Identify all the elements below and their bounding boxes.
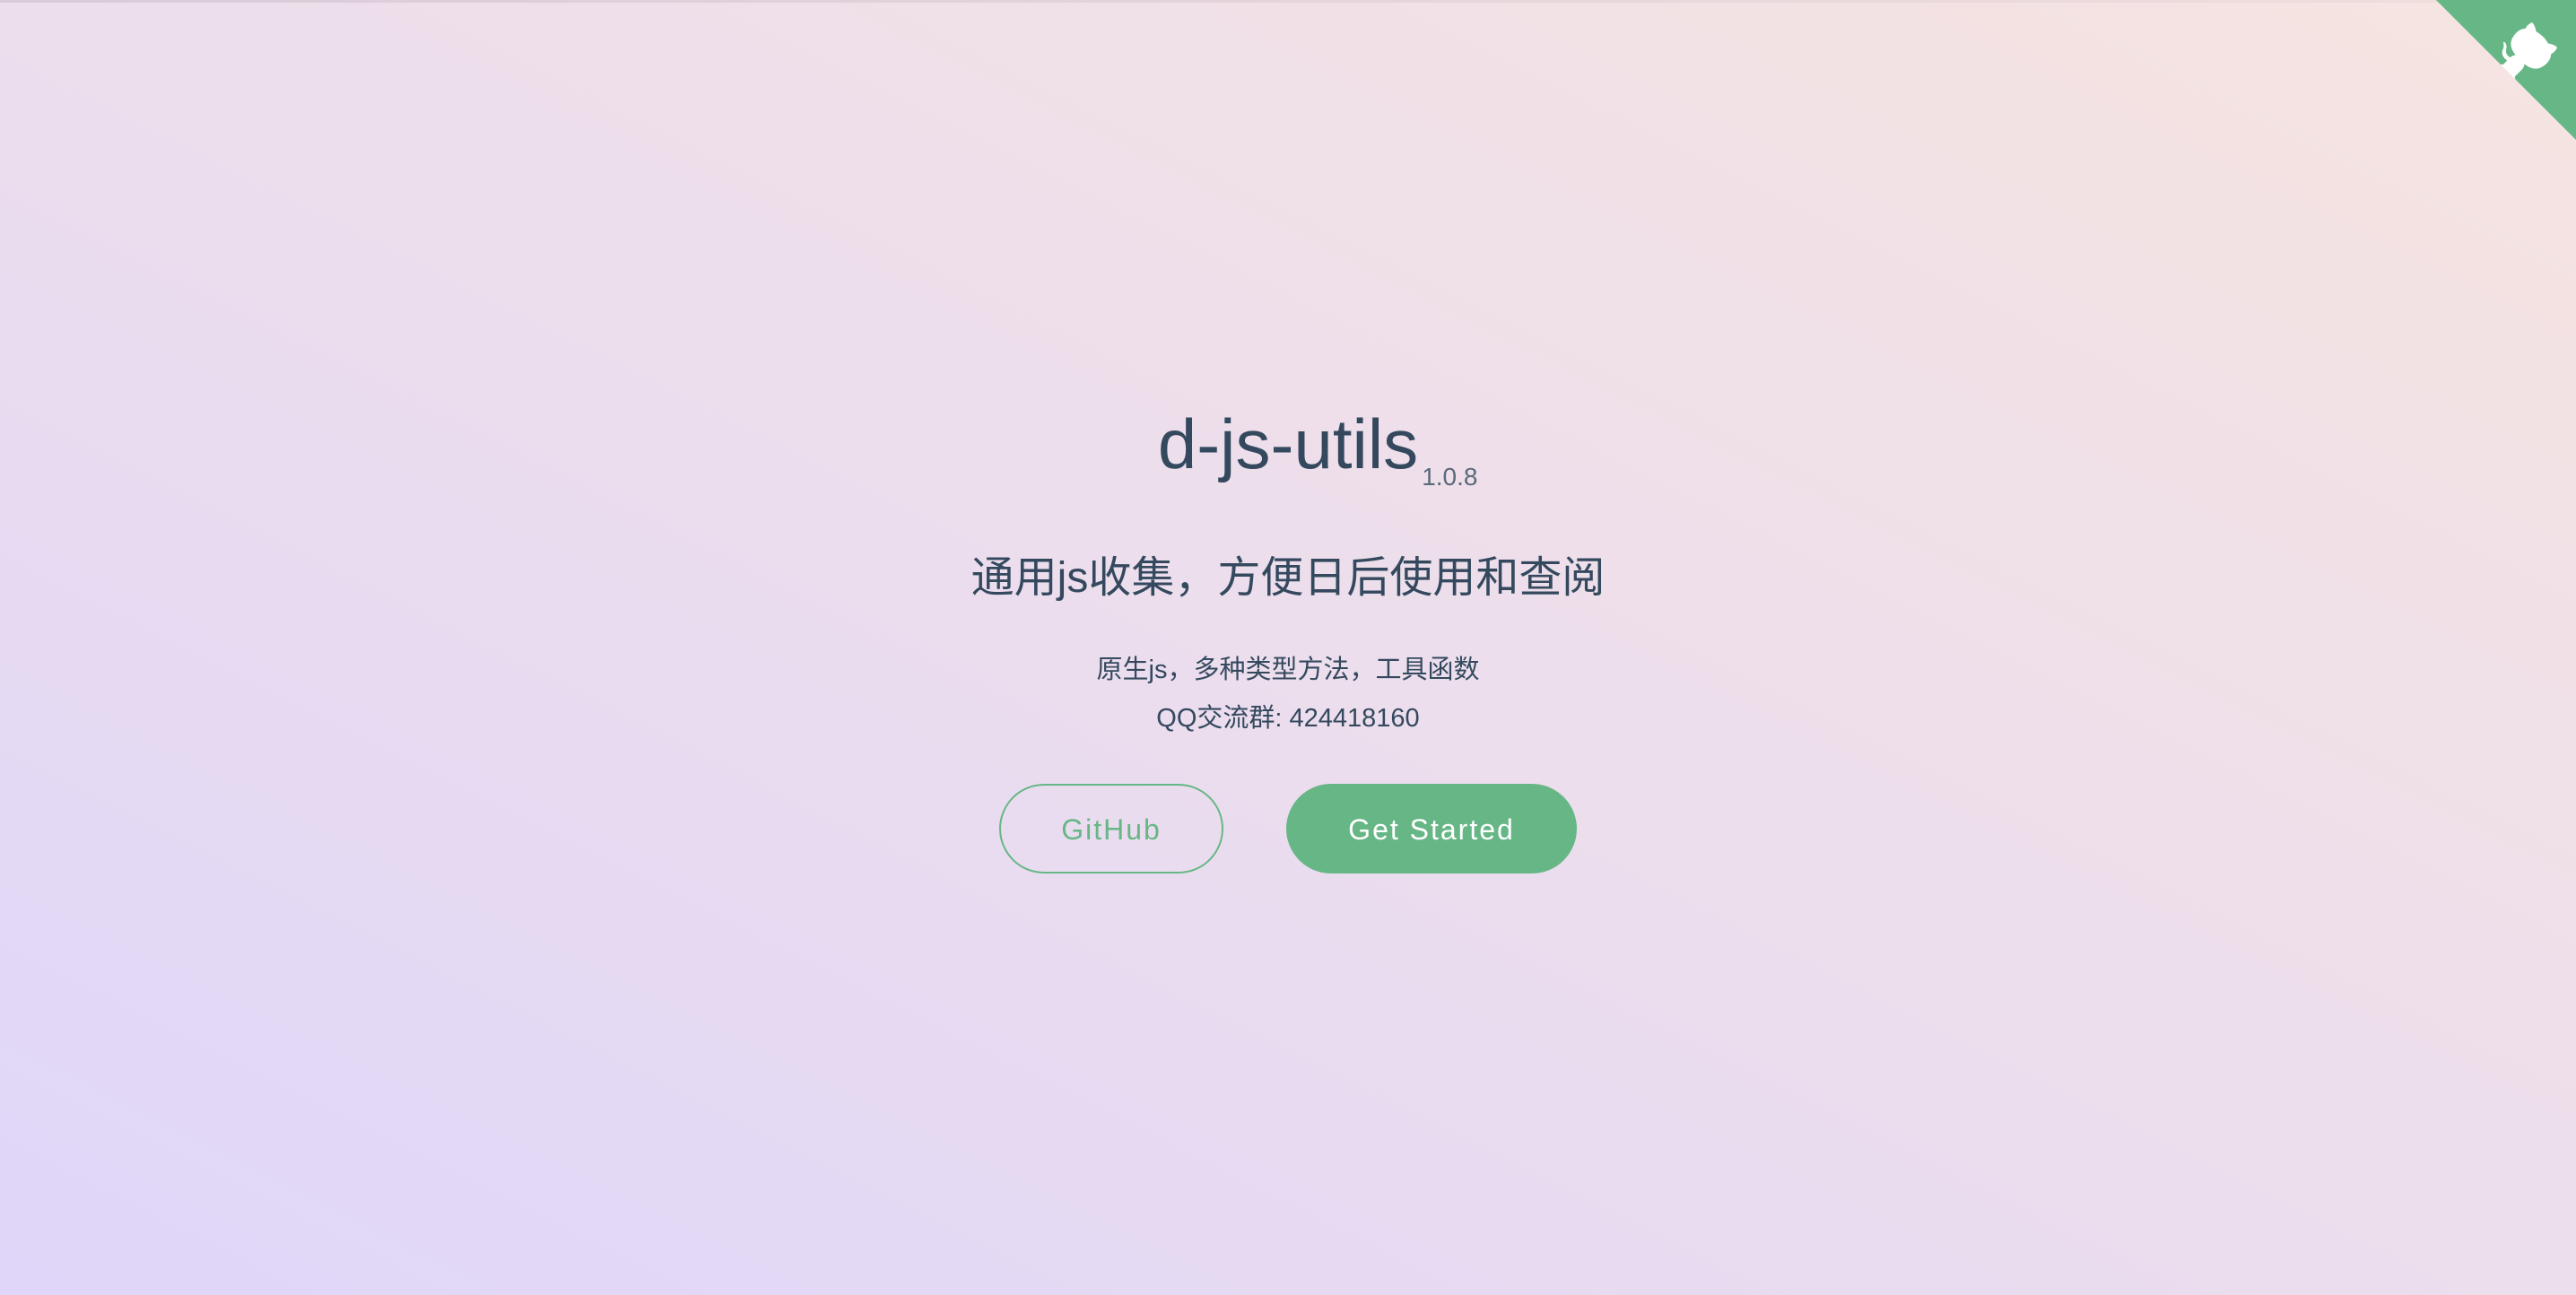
project-title: d-js-utils 1.0.8 (1157, 395, 1478, 493)
project-description: 原生js，多种类型方法，工具函数 (1096, 656, 1480, 684)
version-badge: 1.0.8 (1422, 463, 1478, 491)
title-block: d-js-utils 1.0.8 (0, 395, 2576, 493)
cover-page: d-js-utils 1.0.8 通用js收集，方便日后使用和查阅 原生js，多种… (0, 0, 2576, 1295)
qq-group-info: QQ交流群: 424418160 (1156, 704, 1420, 733)
project-tagline: 通用js收集，方便日后使用和查阅 (970, 554, 1606, 602)
project-title-text: d-js-utils (1157, 404, 1419, 483)
get-started-button[interactable]: Get Started (1286, 784, 1577, 873)
github-button[interactable]: GitHub (999, 784, 1223, 873)
